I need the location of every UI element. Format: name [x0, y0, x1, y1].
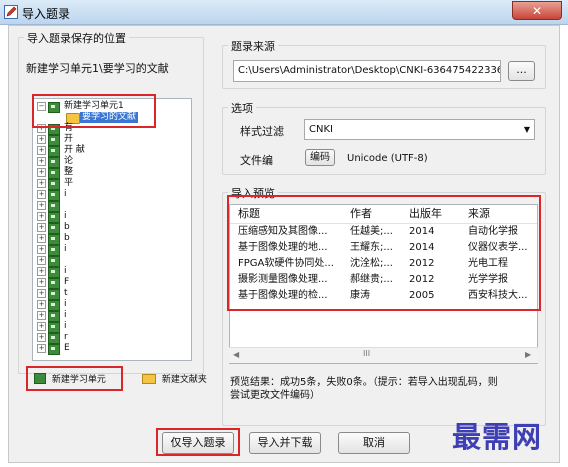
- preview-highlight-box: [227, 195, 541, 311]
- horizontal-scrollbar[interactable]: ◀ III ▶: [229, 347, 538, 363]
- tree-expander-icon[interactable]: +: [37, 278, 46, 287]
- unit-icon: [48, 322, 60, 333]
- unit-icon: [48, 267, 60, 278]
- save-path-text: 新建学习单元1\要学习的文献: [26, 62, 169, 75]
- tree-node-label: b: [64, 222, 70, 232]
- style-filter-select[interactable]: CNKI ▼: [304, 119, 535, 140]
- tree-node-label: i: [64, 266, 67, 276]
- tree-expander-icon[interactable]: +: [37, 223, 46, 232]
- tree-node-label: i: [64, 211, 67, 221]
- tree-expander-icon[interactable]: +: [37, 267, 46, 276]
- title-bar: 导入题录 ✕: [0, 0, 568, 25]
- unit-icon: [48, 278, 60, 289]
- unit-icon: [48, 146, 60, 157]
- import-only-button[interactable]: 仅导入题录: [162, 432, 234, 454]
- options-label: 选项: [228, 100, 256, 116]
- new-unit-button[interactable]: 新建学习单元: [34, 372, 106, 385]
- tree-node-label: i: [64, 189, 67, 199]
- tree-node-label: i: [64, 310, 67, 320]
- tree-node-label: 整: [64, 167, 74, 177]
- tree-expander-icon[interactable]: +: [37, 344, 46, 353]
- encoding-label: 文件编: [240, 154, 273, 167]
- unit-icon: [48, 201, 60, 212]
- chevron-down-icon: ▼: [523, 125, 530, 134]
- tree-node-label: i: [64, 321, 67, 331]
- unit-icon: [48, 135, 60, 146]
- source-path-field[interactable]: C:\Users\Administrator\Desktop\CNKI-6364…: [233, 60, 501, 82]
- unit-icon: [48, 311, 60, 322]
- new-folder-button[interactable]: 新建文献夹: [142, 372, 207, 385]
- cancel-button[interactable]: 取消: [338, 432, 410, 454]
- tree-node-label: 开 献: [64, 145, 85, 155]
- tree-expander-icon[interactable]: +: [37, 146, 46, 155]
- unit-icon: [48, 223, 60, 234]
- unit-icon: [48, 234, 60, 245]
- style-filter-value: CNKI: [309, 124, 333, 135]
- encoding-value: Unicode (UTF-8): [347, 153, 428, 164]
- tree-node-label: b: [64, 233, 70, 243]
- scroll-thumb[interactable]: III: [363, 349, 370, 358]
- tree-node-label: i: [64, 244, 67, 254]
- folder-icon: [142, 373, 156, 384]
- tree-node-label: 平: [64, 178, 74, 188]
- unit-icon: [48, 245, 60, 256]
- tree-expander-icon[interactable]: +: [37, 289, 46, 298]
- unit-icon: [48, 179, 60, 190]
- browse-button[interactable]: ...: [508, 61, 535, 81]
- source-label: 题录来源: [228, 38, 278, 54]
- tree-expander-icon[interactable]: +: [37, 168, 46, 177]
- scroll-right-icon[interactable]: ▶: [525, 350, 531, 359]
- tree-expander-icon[interactable]: +: [37, 190, 46, 199]
- tree-expander-icon[interactable]: +: [37, 322, 46, 331]
- save-location-label: 导入题录保存的位置: [24, 30, 129, 46]
- tree-expander-icon[interactable]: +: [37, 157, 46, 166]
- window-title: 导入题录: [22, 7, 71, 21]
- tree-expander-icon[interactable]: +: [37, 179, 46, 188]
- tree-node-label: i: [64, 299, 67, 309]
- unit-icon: [48, 168, 60, 179]
- tree-expander-icon[interactable]: +: [37, 201, 46, 210]
- tree-expander-icon[interactable]: +: [37, 234, 46, 243]
- tree-node-label: r: [64, 332, 68, 342]
- tree-expander-icon[interactable]: +: [37, 256, 46, 265]
- tree-node-label: 开: [64, 134, 74, 144]
- edit-icon: [4, 5, 18, 19]
- import-and-download-button[interactable]: 导入并下载: [249, 432, 321, 454]
- tree-node-label: 论: [64, 156, 74, 166]
- tree-expander-icon[interactable]: +: [37, 245, 46, 254]
- tree-expander-icon[interactable]: +: [37, 212, 46, 221]
- encoding-button[interactable]: 编码: [305, 149, 335, 166]
- tree-expander-icon[interactable]: +: [37, 311, 46, 320]
- tree-node-label: E: [64, 343, 70, 353]
- scroll-left-icon[interactable]: ◀: [233, 350, 239, 359]
- unit-icon: [48, 300, 60, 311]
- tree-node-label: t: [64, 288, 68, 298]
- watermark-text: 最需网: [452, 420, 543, 454]
- unit-icon: [48, 190, 60, 201]
- unit-icon: [48, 256, 60, 267]
- tree-highlight-box: [32, 94, 156, 128]
- style-filter-label: 样式过滤: [240, 125, 284, 138]
- tree-node-label: F: [64, 277, 70, 287]
- unit-icon: [34, 373, 46, 384]
- close-button[interactable]: ✕: [512, 1, 562, 20]
- tree-expander-icon[interactable]: +: [37, 333, 46, 342]
- tree-expander-icon[interactable]: +: [37, 135, 46, 144]
- unit-icon: [48, 212, 60, 223]
- folder-tree[interactable]: − 新建学习单元1 要学习的文献 + 有 + 开 + 开 献 + 论 + 整 + 平 + i + + i + b + b + i +…: [32, 98, 192, 361]
- unit-icon: [48, 157, 60, 168]
- unit-icon: [48, 289, 60, 300]
- preview-result-line2: 尝试更改文件编码）: [230, 390, 320, 401]
- tree-expander-icon[interactable]: +: [37, 300, 46, 309]
- new-folder-label: 新建文献夹: [161, 375, 207, 385]
- unit-icon: [48, 333, 60, 344]
- new-unit-label: 新建学习单元: [51, 375, 106, 385]
- unit-icon: [48, 344, 60, 355]
